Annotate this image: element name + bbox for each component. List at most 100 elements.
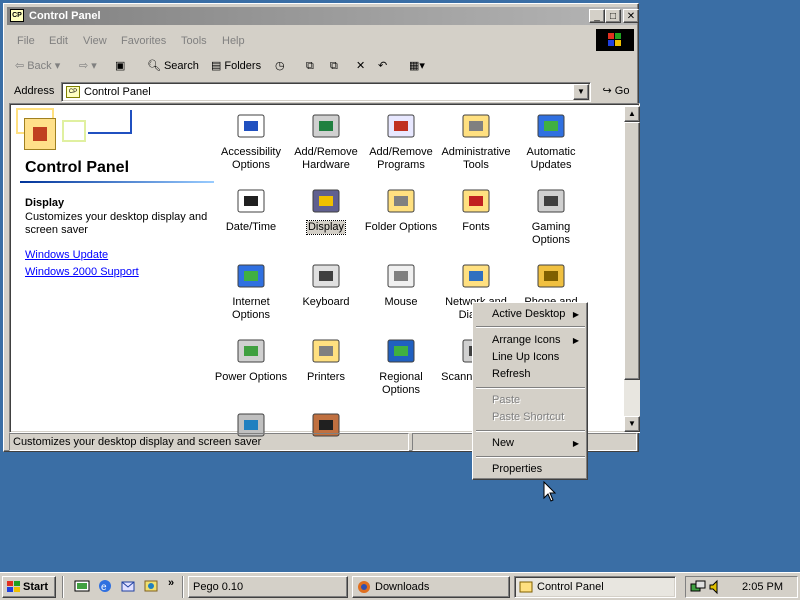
cpl-item-power-options[interactable]: Power Options	[213, 335, 289, 384]
history-button[interactable]: ◷	[275, 57, 285, 77]
cpl-item-gaming-options[interactable]: Gaming Options	[513, 185, 589, 247]
menu-separator	[476, 456, 585, 458]
vertical-scrollbar[interactable]: ▲ ▼	[624, 106, 640, 432]
volume-tray-icon[interactable]	[708, 579, 724, 595]
move-to-button[interactable]: ⧉	[306, 57, 314, 77]
title-bar[interactable]: CP Control Panel _ □ ✕	[7, 7, 639, 25]
scroll-down-button[interactable]: ▼	[624, 416, 640, 432]
scroll-thumb[interactable]	[624, 122, 640, 380]
up-folder-button[interactable]: ▣	[115, 57, 125, 77]
cpl-item-label: Mouse	[384, 296, 418, 308]
cpl-item-internet-options[interactable]: Internet Options	[213, 260, 289, 322]
cpl-item-administrative-tools[interactable]: Administrative Tools	[438, 110, 514, 172]
internet-explorer-icon[interactable]: e	[97, 578, 113, 594]
add-programs-icon	[387, 114, 415, 138]
close-button[interactable]: ✕	[623, 9, 639, 23]
cpl-item-folder-options[interactable]: Folder Options	[363, 185, 439, 234]
quick-launch-overflow-icon[interactable]: »	[168, 577, 174, 589]
display-icon	[312, 189, 340, 213]
cpl-item-keyboard[interactable]: Keyboard	[288, 260, 364, 309]
cpl-item-accessibility-options[interactable]: Accessibility Options	[213, 110, 289, 172]
submenu-arrow-icon: ▶	[572, 310, 579, 319]
cpl-item-label: Keyboard	[302, 296, 350, 308]
windows-2000-support-link[interactable]: Windows 2000 Support	[25, 266, 139, 278]
web-view-left-pane: Control Panel Display Customizes your de…	[12, 106, 214, 432]
title-divider	[20, 181, 214, 183]
menu-tools[interactable]: Tools	[181, 35, 207, 47]
windows-flag-icon	[608, 33, 621, 46]
cpl-item-display[interactable]: Display	[288, 185, 364, 235]
menu-item-label: Refresh	[492, 368, 531, 380]
menu-file[interactable]: File	[17, 35, 35, 47]
menu-new[interactable]: New ▶	[476, 435, 585, 452]
menu-arrange-icons[interactable]: Arrange Icons ▶	[476, 332, 585, 349]
go-arrow-icon: ↪	[602, 85, 612, 97]
menu-view[interactable]: View	[83, 35, 107, 47]
search-icon: 🔍︎	[147, 60, 161, 72]
cpl-item-label: Display	[305, 220, 347, 235]
search-button[interactable]: 🔍︎ Search	[147, 57, 199, 77]
outlook-express-icon[interactable]	[120, 578, 136, 594]
address-dropdown-button[interactable]: ▼	[573, 84, 589, 100]
mouse-icon	[387, 264, 415, 288]
menu-item-label: Arrange Icons	[492, 334, 561, 346]
go-button[interactable]: ↪ Go	[597, 82, 635, 102]
taskbar: Start e » Pego 0.10 Downloads Control Pa…	[0, 572, 800, 600]
menu-properties[interactable]: Properties	[476, 461, 585, 478]
copy-to-icon: ⧉	[330, 60, 338, 72]
copy-to-button[interactable]: ⧉	[330, 57, 338, 77]
address-field[interactable]: CP Control Panel ▼	[61, 82, 591, 102]
folders-button[interactable]: ▤ Folders	[211, 57, 261, 77]
show-desktop-icon[interactable]	[74, 578, 90, 594]
cpl-item-label: Power Options	[214, 371, 288, 383]
views-button[interactable]: ▦▾	[409, 57, 425, 77]
go-label: Go	[614, 85, 630, 97]
scroll-up-button[interactable]: ▲	[624, 106, 640, 122]
cpl-item-label: Folder Options	[364, 221, 438, 233]
menu-edit[interactable]: Edit	[49, 35, 68, 47]
cpl-item-label: Automatic Updates	[526, 146, 576, 171]
cpl-item-label: Regional Options	[379, 371, 423, 396]
control-panel-large-icon	[24, 118, 56, 150]
cpl-item-mouse[interactable]: Mouse	[363, 260, 439, 309]
chevron-down-icon: ▼	[577, 87, 585, 96]
control-panel-small-icon	[519, 581, 533, 593]
cpl-item-label: Accessibility Options	[221, 146, 281, 171]
menu-active-desktop[interactable]: Active Desktop ▶	[476, 306, 585, 323]
cpl-item-add-remove-hardware[interactable]: Add/Remove Hardware	[288, 110, 364, 172]
cpl-item-automatic-updates[interactable]: Automatic Updates	[513, 110, 589, 172]
menu-line-up-icons[interactable]: Line Up Icons	[476, 349, 585, 366]
cpl-item-regional-options[interactable]: Regional Options	[363, 335, 439, 397]
windows-update-link[interactable]: Windows Update	[25, 249, 108, 261]
undo-button[interactable]: ↶	[378, 57, 387, 77]
taskbar-task-downloads[interactable]: Downloads	[352, 576, 510, 598]
menu-help[interactable]: Help	[222, 35, 245, 47]
menu-item-label: Line Up Icons	[492, 351, 560, 363]
start-button[interactable]: Start	[2, 576, 56, 598]
cpl-item-label: Fonts	[462, 221, 490, 233]
cpl-item-fonts[interactable]: Fonts	[438, 185, 514, 234]
folders-label: Folders	[224, 60, 262, 72]
minimize-button[interactable]: _	[589, 9, 605, 23]
accessibility-icon	[237, 114, 265, 138]
printer-folder-icon	[312, 339, 340, 363]
menu-favorites[interactable]: Favorites	[121, 35, 166, 47]
forward-button[interactable]: ⇨ ▾	[79, 57, 97, 77]
delete-button[interactable]: ✕	[356, 57, 365, 77]
network-tray-icon[interactable]	[690, 579, 706, 595]
cpl-item-printers[interactable]: Printers	[288, 335, 364, 384]
submenu-arrow-icon: ▶	[572, 336, 579, 345]
task-label: Control Panel	[537, 581, 604, 593]
cpl-item-add-remove-programs[interactable]: Add/Remove Programs	[363, 110, 439, 172]
menu-item-label: Properties	[492, 463, 543, 475]
taskbar-task-pego[interactable]: Pego 0.10	[188, 576, 348, 598]
menu-refresh[interactable]: Refresh	[476, 366, 585, 383]
taskbar-task-control-panel[interactable]: Control Panel	[514, 576, 676, 598]
back-button[interactable]: ⇦ Back ▾	[15, 57, 60, 77]
history-icon: ◷	[275, 60, 285, 72]
media-player-icon[interactable]	[143, 578, 159, 594]
address-bar: Address CP Control Panel ▼ ↪ Go	[7, 80, 637, 103]
cpl-item-date-time[interactable]: Date/Time	[213, 185, 289, 234]
maximize-button[interactable]: □	[605, 9, 621, 23]
selected-item-description: Customizes your desktop display and scre…	[25, 211, 208, 236]
